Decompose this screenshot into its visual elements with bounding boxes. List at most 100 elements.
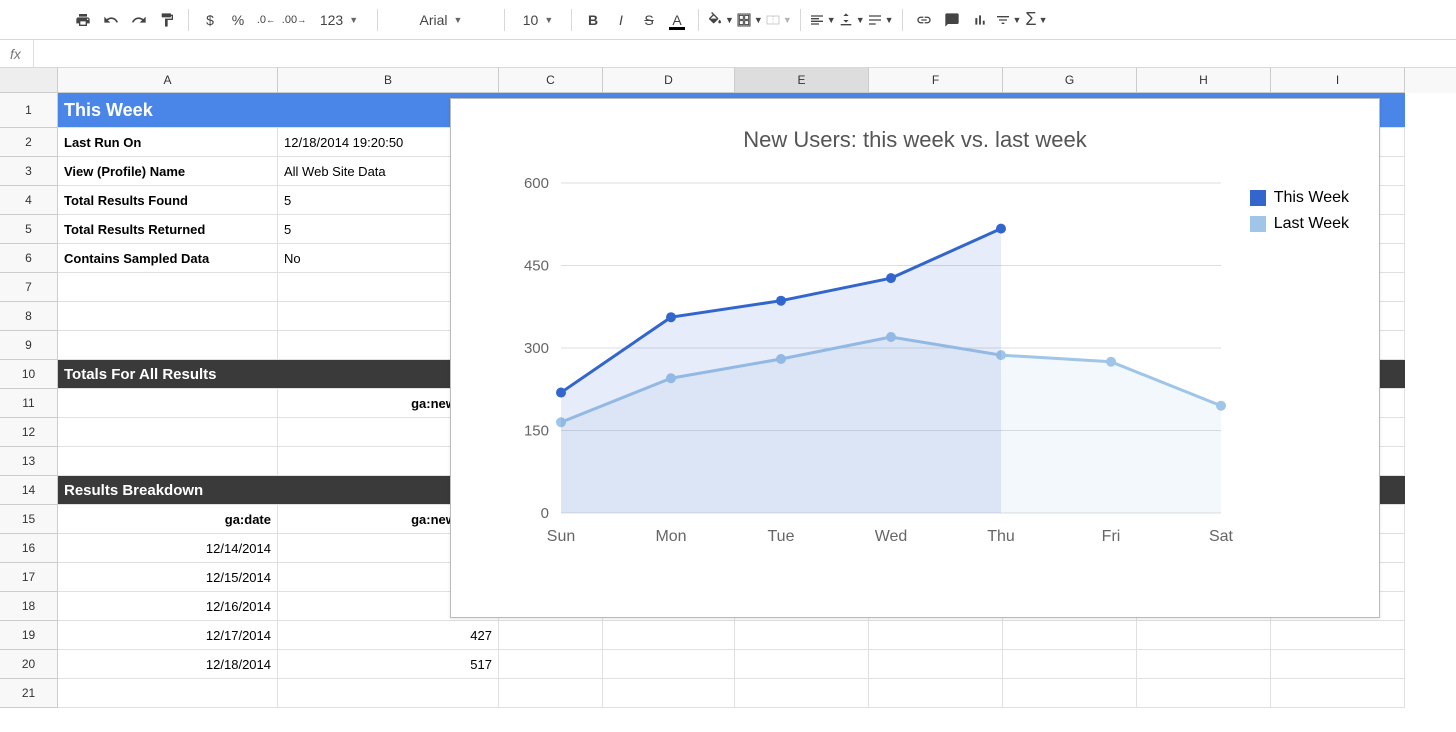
cell-A8[interactable] bbox=[58, 302, 278, 331]
cell-D20[interactable] bbox=[603, 650, 735, 679]
row-header-8[interactable]: 8 bbox=[0, 302, 58, 331]
row-header-20[interactable]: 20 bbox=[0, 650, 58, 679]
cell-A6[interactable]: Contains Sampled Data bbox=[58, 244, 278, 273]
cell-A11[interactable] bbox=[58, 389, 278, 418]
cell-A19[interactable]: 12/17/2014 bbox=[58, 621, 278, 650]
borders-button[interactable]: ▼ bbox=[736, 7, 763, 33]
cell-B19[interactable]: 427 bbox=[278, 621, 499, 650]
row-header-17[interactable]: 17 bbox=[0, 563, 58, 592]
vertical-align-button[interactable]: ▼ bbox=[838, 7, 865, 33]
insert-comment-button[interactable] bbox=[939, 7, 965, 33]
italic-button[interactable]: I bbox=[608, 7, 634, 33]
row-header-7[interactable]: 7 bbox=[0, 273, 58, 302]
cell-C20[interactable] bbox=[499, 650, 603, 679]
column-header-B[interactable]: B bbox=[278, 68, 499, 93]
cell-D21[interactable] bbox=[603, 679, 735, 708]
merge-cells-button[interactable]: ▼ bbox=[765, 7, 792, 33]
cell-F20[interactable] bbox=[869, 650, 1003, 679]
cell-A16[interactable]: 12/14/2014 bbox=[58, 534, 278, 563]
decrease-decimal-button[interactable]: .0← bbox=[253, 7, 279, 33]
filter-button[interactable]: ▼ bbox=[995, 7, 1022, 33]
row-header-5[interactable]: 5 bbox=[0, 215, 58, 244]
cell-I20[interactable] bbox=[1271, 650, 1405, 679]
column-header-C[interactable]: C bbox=[499, 68, 603, 93]
column-header-F[interactable]: F bbox=[869, 68, 1003, 93]
row-header-10[interactable]: 10 bbox=[0, 360, 58, 389]
cell-A12[interactable] bbox=[58, 418, 278, 447]
insert-chart-button[interactable] bbox=[967, 7, 993, 33]
cell-F19[interactable] bbox=[869, 621, 1003, 650]
font-family-dropdown[interactable]: Arial▼ bbox=[386, 7, 496, 33]
cell-A1[interactable]: This Week bbox=[58, 93, 278, 128]
row-header-19[interactable]: 19 bbox=[0, 621, 58, 650]
insert-link-button[interactable] bbox=[911, 7, 937, 33]
fill-color-button[interactable]: ▼ bbox=[707, 7, 734, 33]
cell-A20[interactable]: 12/18/2014 bbox=[58, 650, 278, 679]
row-header-16[interactable]: 16 bbox=[0, 534, 58, 563]
column-header-I[interactable]: I bbox=[1271, 68, 1405, 93]
font-size-dropdown[interactable]: 10▼ bbox=[513, 7, 563, 33]
row-header-1[interactable]: 1 bbox=[0, 93, 58, 128]
cell-G19[interactable] bbox=[1003, 621, 1137, 650]
strikethrough-button[interactable]: S bbox=[636, 7, 662, 33]
row-header-12[interactable]: 12 bbox=[0, 418, 58, 447]
cell-E21[interactable] bbox=[735, 679, 869, 708]
functions-button[interactable]: Σ▼ bbox=[1023, 7, 1049, 33]
cell-I19[interactable] bbox=[1271, 621, 1405, 650]
cell-A18[interactable]: 12/16/2014 bbox=[58, 592, 278, 621]
cell-H20[interactable] bbox=[1137, 650, 1271, 679]
column-header-H[interactable]: H bbox=[1137, 68, 1271, 93]
cell-A13[interactable] bbox=[58, 447, 278, 476]
cell-H21[interactable] bbox=[1137, 679, 1271, 708]
print-button[interactable] bbox=[70, 7, 96, 33]
redo-button[interactable] bbox=[126, 7, 152, 33]
cell-B21[interactable] bbox=[278, 679, 499, 708]
row-header-6[interactable]: 6 bbox=[0, 244, 58, 273]
cell-B20[interactable]: 517 bbox=[278, 650, 499, 679]
bold-button[interactable]: B bbox=[580, 7, 606, 33]
cell-A17[interactable]: 12/15/2014 bbox=[58, 563, 278, 592]
select-all-corner[interactable] bbox=[0, 68, 58, 93]
column-header-A[interactable]: A bbox=[58, 68, 278, 93]
increase-decimal-button[interactable]: .00→ bbox=[281, 7, 307, 33]
text-color-button[interactable]: A bbox=[664, 7, 690, 33]
currency-button[interactable]: $ bbox=[197, 7, 223, 33]
cell-I21[interactable] bbox=[1271, 679, 1405, 708]
cell-G21[interactable] bbox=[1003, 679, 1137, 708]
cell-A10[interactable]: Totals For All Results bbox=[58, 360, 278, 389]
cell-F21[interactable] bbox=[869, 679, 1003, 708]
percent-button[interactable]: % bbox=[225, 7, 251, 33]
paint-format-button[interactable] bbox=[154, 7, 180, 33]
row-header-14[interactable]: 14 bbox=[0, 476, 58, 505]
cell-A4[interactable]: Total Results Found bbox=[58, 186, 278, 215]
cell-G20[interactable] bbox=[1003, 650, 1137, 679]
undo-button[interactable] bbox=[98, 7, 124, 33]
cell-C19[interactable] bbox=[499, 621, 603, 650]
cell-A21[interactable] bbox=[58, 679, 278, 708]
cell-E19[interactable] bbox=[735, 621, 869, 650]
cell-H19[interactable] bbox=[1137, 621, 1271, 650]
embedded-chart[interactable]: New Users: this week vs. last week 01503… bbox=[450, 98, 1380, 618]
cell-E20[interactable] bbox=[735, 650, 869, 679]
cell-A9[interactable] bbox=[58, 331, 278, 360]
cell-A15[interactable]: ga:date bbox=[58, 505, 278, 534]
row-header-9[interactable]: 9 bbox=[0, 331, 58, 360]
column-header-E[interactable]: E bbox=[735, 68, 869, 93]
row-header-4[interactable]: 4 bbox=[0, 186, 58, 215]
column-header-D[interactable]: D bbox=[603, 68, 735, 93]
cell-A2[interactable]: Last Run On bbox=[58, 128, 278, 157]
cell-C21[interactable] bbox=[499, 679, 603, 708]
cell-A14[interactable]: Results Breakdown bbox=[58, 476, 278, 505]
cell-A3[interactable]: View (Profile) Name bbox=[58, 157, 278, 186]
more-formats-dropdown[interactable]: 123▼ bbox=[309, 7, 369, 33]
row-header-15[interactable]: 15 bbox=[0, 505, 58, 534]
horizontal-align-button[interactable]: ▼ bbox=[809, 7, 836, 33]
text-wrap-button[interactable]: ▼ bbox=[867, 7, 894, 33]
cell-A7[interactable] bbox=[58, 273, 278, 302]
row-header-18[interactable]: 18 bbox=[0, 592, 58, 621]
row-header-13[interactable]: 13 bbox=[0, 447, 58, 476]
cell-D19[interactable] bbox=[603, 621, 735, 650]
formula-input[interactable] bbox=[33, 40, 1446, 67]
row-header-2[interactable]: 2 bbox=[0, 128, 58, 157]
row-header-3[interactable]: 3 bbox=[0, 157, 58, 186]
